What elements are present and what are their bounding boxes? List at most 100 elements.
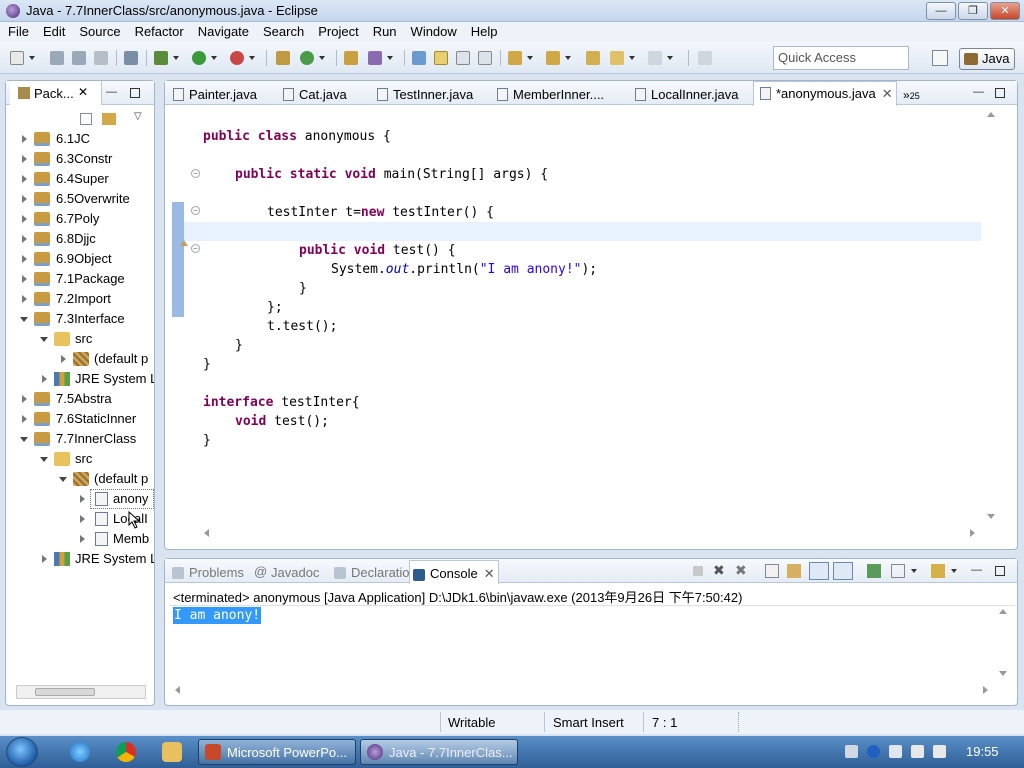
clear-console-icon[interactable]: [765, 564, 779, 578]
scroll-down-icon[interactable]: [999, 671, 1007, 676]
chrome-icon[interactable]: [116, 742, 136, 762]
terminate-icon[interactable]: [693, 566, 703, 576]
tab-testinner-java[interactable]: TestInner.java: [371, 83, 483, 105]
minimize-icon[interactable]: —: [973, 87, 984, 98]
chevron-down-icon[interactable]: [527, 56, 533, 60]
menu-help[interactable]: Help: [464, 22, 505, 41]
scroll-right-icon[interactable]: [970, 529, 975, 537]
close-icon[interactable]: ✕: [78, 85, 88, 99]
run-icon[interactable]: [192, 51, 206, 65]
tab-memberinner-java[interactable]: MemberInner....: [491, 83, 621, 105]
help-icon[interactable]: [867, 745, 880, 758]
chevron-down-icon[interactable]: [211, 56, 217, 60]
remove-all-launches-icon[interactable]: ✖: [735, 562, 747, 579]
folder-icon[interactable]: [162, 742, 182, 762]
scroll-up-icon[interactable]: [987, 112, 995, 117]
chevron-down-icon[interactable]: [667, 56, 673, 60]
menu-navigate[interactable]: Navigate: [191, 22, 256, 41]
menu-search[interactable]: Search: [256, 22, 311, 41]
menu-refactor[interactable]: Refactor: [128, 22, 191, 41]
pin-console-icon[interactable]: [867, 564, 881, 578]
start-button[interactable]: [6, 737, 38, 767]
minimize-button[interactable]: —: [926, 2, 956, 20]
scroll-thumb[interactable]: [35, 688, 95, 696]
new-icon[interactable]: [10, 51, 24, 65]
scroll-lock-icon[interactable]: [787, 564, 801, 578]
back-icon[interactable]: [610, 51, 624, 65]
forward-icon[interactable]: [648, 51, 662, 65]
display-console-icon[interactable]: [891, 564, 905, 578]
view-menu-icon[interactable]: ▽: [134, 111, 142, 122]
network-icon[interactable]: [911, 745, 924, 758]
show-console-on-error-icon[interactable]: [833, 562, 853, 580]
ie-icon[interactable]: [70, 742, 90, 762]
toggle-mark-occurrences-icon[interactable]: [412, 51, 426, 65]
fold-toggle-icon[interactable]: −: [191, 206, 200, 215]
menu-run[interactable]: Run: [366, 22, 404, 41]
print-icon[interactable]: [94, 51, 108, 65]
scroll-right-icon[interactable]: [983, 686, 988, 694]
tab-cat-java[interactable]: Cat.java: [277, 83, 367, 105]
tab-problems[interactable]: Problems: [169, 563, 244, 580]
tab-console[interactable]: Console ✕: [409, 560, 499, 584]
block-selection-icon[interactable]: [456, 51, 470, 65]
console-vscroll[interactable]: [997, 607, 1009, 679]
tab-declaration[interactable]: Declaration: [331, 563, 417, 580]
tab-overflow[interactable]: »25: [901, 83, 920, 105]
chevron-down-icon[interactable]: [249, 56, 255, 60]
menu-source[interactable]: Source: [72, 22, 127, 41]
menu-file[interactable]: File: [0, 22, 36, 41]
save-icon[interactable]: [50, 51, 64, 65]
options-icon[interactable]: [889, 745, 902, 758]
quick-access-input[interactable]: Quick Access: [773, 46, 909, 70]
remove-launch-icon[interactable]: ✖: [713, 562, 725, 579]
taskbar-powerpoint-button[interactable]: Microsoft PowerPo...: [198, 739, 356, 765]
tab-painter-java[interactable]: Painter.java: [167, 83, 269, 105]
chevron-down-icon[interactable]: [629, 56, 635, 60]
tab-anonymous-java[interactable]: *anonymous.java ✕: [753, 81, 897, 106]
taskbar-eclipse-button[interactable]: Java - 7.7InnerClas...: [360, 739, 518, 765]
fold-toggle-icon[interactable]: −: [191, 169, 200, 178]
skip-breakpoints-icon[interactable]: [124, 51, 138, 65]
console-output[interactable]: I am anony!: [173, 607, 262, 624]
tree-item[interactable]: Memb: [6, 529, 154, 549]
debug-icon[interactable]: [154, 51, 168, 65]
chevron-down-icon[interactable]: [387, 56, 393, 60]
chevron-down-icon[interactable]: [29, 56, 35, 60]
volume-icon[interactable]: [933, 745, 946, 758]
editor-hscroll[interactable]: [200, 526, 980, 540]
new-java-project-icon[interactable]: [276, 51, 290, 65]
maximize-icon[interactable]: [130, 88, 140, 98]
chevron-down-icon[interactable]: [911, 569, 917, 573]
tab-javadoc[interactable]: @ Javadoc: [251, 563, 319, 580]
link-with-editor-icon[interactable]: [102, 113, 116, 125]
open-console-icon[interactable]: [931, 564, 945, 578]
tree-item[interactable]: anony: [6, 489, 154, 509]
fold-toggle-icon[interactable]: −: [191, 244, 200, 253]
scroll-left-icon[interactable]: [175, 686, 180, 694]
menu-window[interactable]: Window: [404, 22, 464, 41]
open-perspective-icon[interactable]: [932, 50, 948, 66]
previous-annotation-icon[interactable]: [546, 51, 560, 65]
tab-localinner-java[interactable]: LocalInner.java: [629, 83, 753, 105]
console-hscroll[interactable]: [173, 683, 993, 697]
taskbar-clock[interactable]: 19:55: [966, 744, 999, 759]
scroll-left-icon[interactable]: [204, 529, 209, 537]
show-console-on-output-icon[interactable]: [809, 562, 829, 580]
external-tools-icon[interactable]: [230, 51, 244, 65]
maximize-button[interactable]: ❐: [958, 2, 988, 20]
save-all-icon[interactable]: [72, 51, 86, 65]
chevron-down-icon[interactable]: [951, 569, 957, 573]
close-button[interactable]: ✕: [990, 2, 1020, 20]
maximize-icon[interactable]: [995, 566, 1005, 576]
pin-editor-icon[interactable]: [698, 51, 712, 65]
scroll-down-icon[interactable]: [987, 514, 995, 519]
minimize-icon[interactable]: —: [106, 87, 117, 98]
minimize-icon[interactable]: —: [971, 565, 982, 576]
chevron-down-icon[interactable]: [565, 56, 571, 60]
collapse-all-icon[interactable]: [80, 113, 92, 125]
close-icon[interactable]: ✕: [882, 86, 893, 101]
scroll-up-icon[interactable]: [999, 609, 1007, 614]
close-icon[interactable]: ✕: [484, 566, 495, 581]
show-whitespace-icon[interactable]: [478, 51, 492, 65]
